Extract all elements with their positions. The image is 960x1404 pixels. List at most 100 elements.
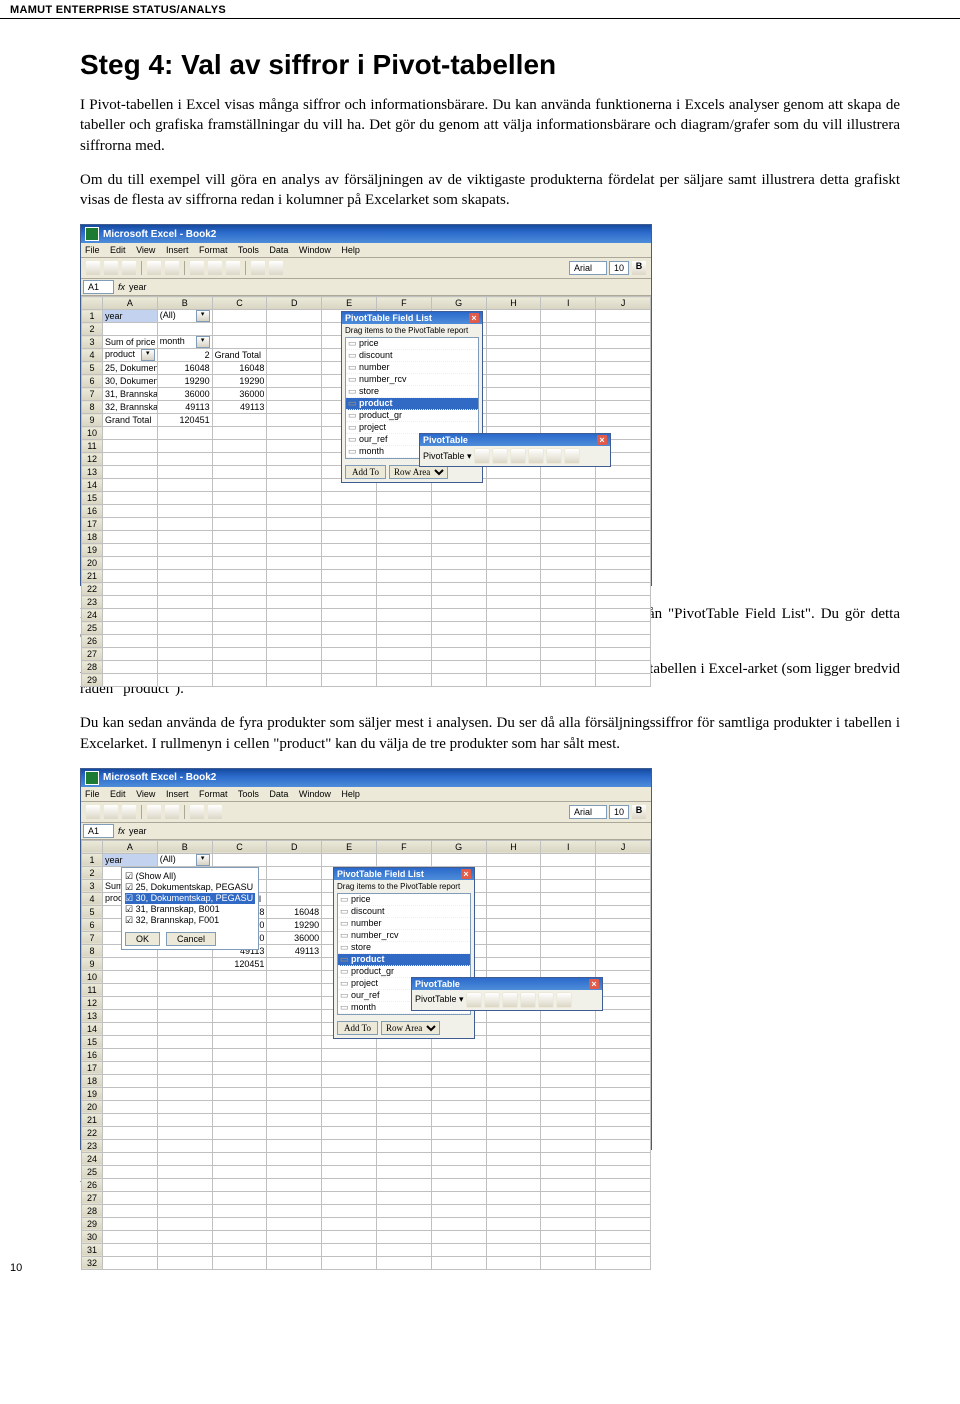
cell[interactable] [431, 570, 486, 583]
cell[interactable] [431, 648, 486, 661]
cell[interactable] [431, 1074, 486, 1087]
cell[interactable] [596, 1256, 651, 1269]
cell[interactable] [596, 414, 651, 427]
cell[interactable] [103, 1009, 158, 1022]
cell[interactable]: Grand Total [212, 349, 267, 362]
cell[interactable] [103, 1087, 158, 1100]
field-list-item[interactable]: year [338, 1014, 470, 1015]
cell[interactable] [103, 983, 158, 996]
cell[interactable] [541, 1191, 596, 1204]
cell[interactable] [212, 492, 267, 505]
row-header[interactable]: 18 [82, 531, 103, 544]
cell[interactable] [541, 866, 596, 879]
row-header[interactable]: 1 [82, 310, 103, 323]
cell[interactable] [267, 853, 322, 866]
column-header[interactable]: H [486, 297, 541, 310]
row-header[interactable]: 12 [82, 996, 103, 1009]
cell[interactable] [596, 1061, 651, 1074]
row-header[interactable]: 12 [82, 453, 103, 466]
cell[interactable] [541, 1009, 596, 1022]
toolbar-button[interactable] [85, 260, 101, 276]
cell[interactable] [431, 622, 486, 635]
cell[interactable] [486, 1009, 541, 1022]
cell[interactable] [212, 427, 267, 440]
cell[interactable] [267, 1061, 322, 1074]
row-header[interactable]: 1 [82, 853, 103, 866]
toolbar-button[interactable] [189, 804, 205, 820]
cell[interactable] [267, 866, 322, 879]
cell[interactable]: 2 [157, 349, 212, 362]
cell[interactable] [322, 1204, 377, 1217]
cell[interactable] [541, 1048, 596, 1061]
cell[interactable] [376, 1048, 431, 1061]
row-header[interactable]: 29 [82, 1217, 103, 1230]
row-header[interactable]: 16 [82, 1048, 103, 1061]
cell[interactable] [157, 970, 212, 983]
formula-value[interactable]: year [129, 282, 147, 292]
row-header[interactable]: 7 [82, 388, 103, 401]
row-header[interactable]: 30 [82, 1230, 103, 1243]
cell[interactable] [267, 323, 322, 336]
name-box[interactable]: A1 [83, 824, 114, 838]
cell[interactable] [541, 918, 596, 931]
cell[interactable] [376, 557, 431, 570]
cell[interactable] [376, 1126, 431, 1139]
cell[interactable] [322, 674, 377, 687]
cell[interactable] [157, 1035, 212, 1048]
cell[interactable] [596, 635, 651, 648]
toolbar-button[interactable] [538, 992, 554, 1008]
row-header[interactable]: 25 [82, 622, 103, 635]
cell[interactable]: 36000 [267, 931, 322, 944]
cell[interactable] [267, 1009, 322, 1022]
cell[interactable] [596, 1204, 651, 1217]
cell[interactable] [157, 505, 212, 518]
cell[interactable] [486, 609, 541, 622]
cell[interactable] [157, 1100, 212, 1113]
cell[interactable] [541, 1035, 596, 1048]
toolbar-button[interactable] [268, 260, 284, 276]
cell[interactable] [157, 674, 212, 687]
cell[interactable] [267, 1113, 322, 1126]
cell[interactable] [596, 466, 651, 479]
cell[interactable] [267, 1191, 322, 1204]
cell[interactable] [212, 609, 267, 622]
cell[interactable] [103, 622, 158, 635]
cell[interactable] [212, 635, 267, 648]
cell[interactable] [486, 1035, 541, 1048]
cell[interactable] [541, 570, 596, 583]
cell[interactable] [596, 531, 651, 544]
cell[interactable] [267, 1100, 322, 1113]
cell[interactable] [103, 544, 158, 557]
cell[interactable] [541, 479, 596, 492]
cell[interactable] [596, 557, 651, 570]
toolbar-button[interactable] [466, 992, 482, 1008]
field-list-item[interactable]: number_rcv [346, 374, 478, 386]
row-header[interactable]: 18 [82, 1074, 103, 1087]
cell[interactable] [431, 1178, 486, 1191]
cell[interactable] [596, 983, 651, 996]
toolbar-button[interactable] [484, 992, 500, 1008]
cell[interactable] [541, 1061, 596, 1074]
cell[interactable]: 19290 [267, 918, 322, 931]
cell[interactable] [103, 531, 158, 544]
column-header[interactable]: F [376, 297, 431, 310]
toolbar-button[interactable] [207, 260, 223, 276]
cell[interactable] [486, 1061, 541, 1074]
row-header[interactable]: 16 [82, 505, 103, 518]
menu-window[interactable]: Window [299, 245, 331, 255]
cell[interactable] [596, 648, 651, 661]
cell[interactable] [267, 453, 322, 466]
cell[interactable] [212, 531, 267, 544]
row-header[interactable]: 13 [82, 1009, 103, 1022]
cell[interactable] [157, 1152, 212, 1165]
cell[interactable] [541, 375, 596, 388]
cell[interactable] [267, 957, 322, 970]
toolbar-button[interactable] [189, 260, 205, 276]
cell[interactable] [267, 661, 322, 674]
cell[interactable] [322, 635, 377, 648]
cell[interactable] [431, 609, 486, 622]
row-header[interactable]: 29 [82, 674, 103, 687]
cell[interactable] [541, 349, 596, 362]
cell[interactable] [596, 1230, 651, 1243]
cell[interactable] [431, 557, 486, 570]
